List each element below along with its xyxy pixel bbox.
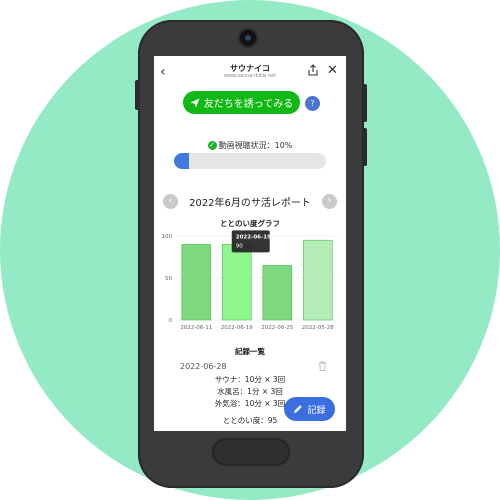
invite-label: 友だちを誘ってみる [203,99,294,110]
x-tick-label: 2022-06-19 [221,325,253,331]
y-tick-label: 100 [162,234,173,240]
x-tick-label: 2022-05-28 [302,325,334,331]
paper-plane-icon [190,98,200,107]
record-cold-bath: 水風呂：1分 × 3回 [217,387,283,396]
close-icon[interactable]: ✕ [327,63,338,78]
invite-friends-button[interactable]: 友だちを誘ってみる [183,91,300,114]
video-status-text: 動画視聴状況：10% [218,141,293,150]
graph-title: ととのい度グラフ [220,219,280,228]
chart-bar [262,265,293,321]
record-button[interactable]: 記録 [284,397,335,421]
chart-bar [221,244,252,321]
records-heading: 記録一覧 [235,347,265,356]
right-side-button-bottom [362,128,367,166]
tooltip-value: 90 [236,243,243,249]
left-side-button [135,80,140,110]
record-date: 2022-06-28 [180,362,227,371]
y-tick-label: 50 [165,276,172,282]
top-bar: ‹ サウナイコ www.sauna-ikitai.net ✕ [154,56,346,86]
video-status: ✓ 動画視聴状況：10% [154,140,346,151]
progress-fill [174,153,190,169]
help-button[interactable]: ? [305,96,320,111]
share-icon[interactable] [307,64,319,76]
report-title: 2022年6月のサ活レポート [189,198,311,209]
front-camera [240,30,256,46]
trash-icon[interactable] [318,361,327,371]
app-screen: ‹ サウナイコ www.sauna-ikitai.net ✕ 友だちを誘ってみる… [154,56,346,431]
x-tick-label: 2022-06-25 [261,325,293,331]
record-sauna: サウナ：10分 × 3回 [214,375,286,384]
chart-bar [181,244,212,321]
right-side-button-top [362,84,367,122]
totonoi-bar-chart: 0 50 100 2022-06-11 2022-06-19 2022-06-25 2022… [162,230,338,331]
chart-bar [302,239,333,321]
tooltip-label: 2022-06-19 [236,234,271,240]
y-tick-label: 0 [169,318,173,324]
record-button-label: 記録 [307,405,326,416]
next-month-button[interactable]: › [322,194,337,209]
x-tick-label: 2022-06-11 [180,325,212,331]
progress-bar [174,153,326,169]
home-button[interactable] [212,438,290,466]
pencil-icon [294,405,303,413]
check-icon: ✓ [207,141,217,150]
